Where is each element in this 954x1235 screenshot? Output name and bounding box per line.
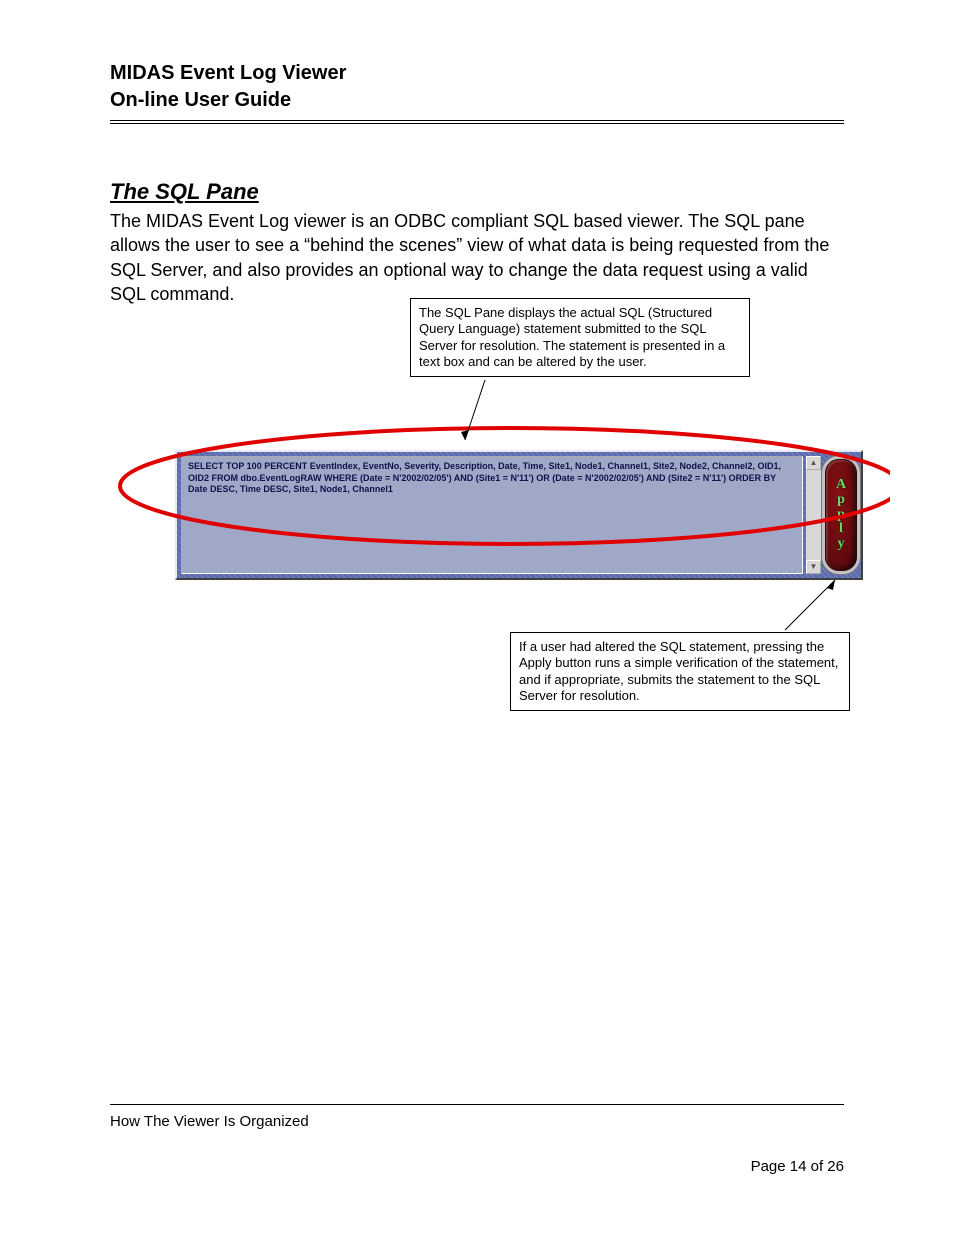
sql-textbox[interactable]: SELECT TOP 100 PERCENT EventIndex, Event… (181, 456, 803, 574)
apply-button[interactable]: Apply (825, 459, 857, 571)
footer-page-number: Page 14 of 26 (751, 1158, 844, 1175)
footer-section: How The Viewer Is Organized (110, 1113, 309, 1130)
section-heading: The SQL Pane (110, 179, 844, 205)
doc-title-line1: MIDAS Event Log Viewer (110, 60, 844, 87)
section-body: The MIDAS Event Log viewer is an ODBC co… (110, 209, 844, 306)
doc-title-line2: On-line User Guide (110, 87, 844, 114)
callout-sql-pane: The SQL Pane displays the actual SQL (St… (410, 298, 750, 377)
sql-pane-figure: SELECT TOP 100 PERCENT EventIndex, Event… (175, 450, 863, 580)
footer-divider (110, 1104, 844, 1105)
apply-button-wrap: Apply (825, 456, 857, 574)
header-divider (110, 120, 844, 124)
scroll-down-icon[interactable]: ▼ (806, 560, 821, 574)
sql-pane-frame: SELECT TOP 100 PERCENT EventIndex, Event… (175, 450, 863, 580)
scroll-up-icon[interactable]: ▲ (806, 456, 821, 470)
callout-apply-button: If a user had altered the SQL statement,… (510, 632, 850, 711)
scrollbar[interactable]: ▲ ▼ (805, 456, 821, 574)
doc-header: MIDAS Event Log Viewer On-line User Guid… (110, 60, 844, 114)
